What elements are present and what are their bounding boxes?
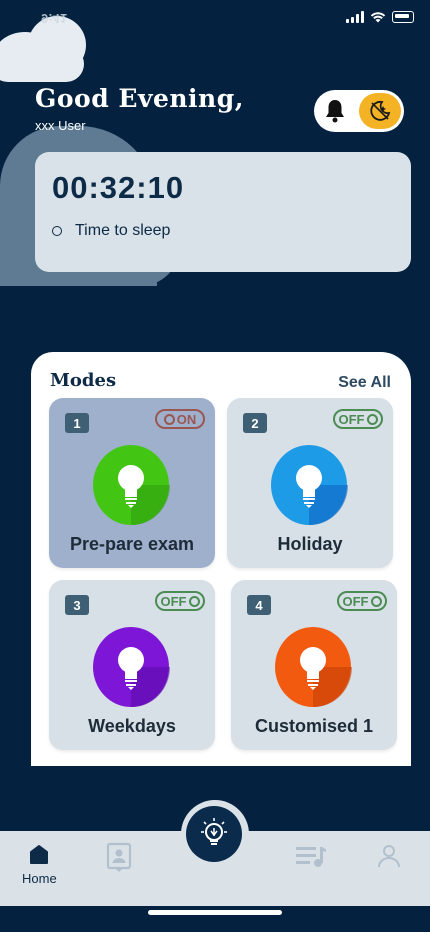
battery-icon: [392, 11, 414, 23]
modes-title: Modes: [50, 370, 117, 391]
cloud-decoration: [0, 46, 84, 82]
switch-state: OFF: [160, 593, 187, 609]
switch-knob: [188, 595, 200, 607]
greeting-title: Good Evening,: [35, 84, 244, 113]
mode-card-1[interactable]: 1 ON Pre-pare exam: [49, 398, 215, 568]
bulb-icon: [271, 445, 348, 526]
modes-panel: Modes See All 1 ON Pre-pare exam 2 OFF H…: [31, 352, 411, 766]
mode-label: Pre-pare exam: [69, 534, 195, 554]
user-icon[interactable]: [376, 843, 402, 869]
mode-switch[interactable]: OFF: [155, 591, 205, 611]
switch-knob: [163, 413, 175, 425]
mode-card-2[interactable]: 2 OFF Holiday: [227, 398, 393, 568]
sleep-radio-button[interactable]: [52, 226, 62, 236]
status-time: 9:41: [41, 11, 68, 26]
center-bulb-button[interactable]: [186, 806, 242, 862]
mode-label: Holiday: [277, 534, 343, 554]
mode-switch[interactable]: OFF: [333, 409, 383, 429]
mode-card-3[interactable]: 3 OFF Weekdays: [49, 580, 215, 750]
bulb-icon: [275, 627, 352, 708]
switch-knob: [370, 595, 382, 607]
playlist-icon[interactable]: [294, 844, 328, 868]
mode-card-4[interactable]: 4 OFF Customised 1: [231, 580, 397, 750]
moon-button[interactable]: [359, 93, 401, 129]
home-icon: [30, 845, 49, 864]
sleep-timer-card: 00:32:10 Time to sleep: [35, 152, 411, 272]
switch-state: OFF: [338, 411, 365, 427]
wifi-icon: [370, 12, 386, 23]
app-screen: 9:41 Good Evening, xxx User 00:32:10 Tim…: [0, 0, 430, 932]
mode-number: 2: [243, 413, 267, 433]
mode-switch[interactable]: OFF: [337, 591, 387, 611]
moon-icon: [370, 100, 391, 121]
home-indicator: [148, 910, 282, 915]
switch-state: ON: [176, 411, 197, 427]
nav-home[interactable]: Home: [22, 843, 57, 886]
see-all-link[interactable]: See All: [338, 374, 391, 392]
nav-home-label: Home: [22, 871, 57, 886]
switch-knob: [366, 413, 378, 425]
mode-number: 1: [65, 413, 89, 433]
bulb-icon: [93, 627, 170, 708]
mode-number: 3: [65, 595, 89, 615]
username: xxx User: [35, 118, 86, 133]
profile-card-icon[interactable]: [105, 842, 133, 874]
timer-value: 00:32:10: [52, 170, 185, 205]
bulb-icon: [93, 445, 170, 526]
mode-switch[interactable]: ON: [155, 409, 205, 429]
bell-icon[interactable]: [323, 98, 347, 124]
status-icons: [346, 11, 414, 23]
mode-label: Customised 1: [254, 716, 374, 736]
mode-number: 4: [247, 595, 271, 615]
switch-state: OFF: [342, 593, 369, 609]
bulb-icon: [201, 818, 227, 845]
sleep-label: Time to sleep: [75, 222, 171, 239]
mode-label: Weekdays: [88, 716, 176, 736]
signal-icon: [346, 11, 364, 23]
